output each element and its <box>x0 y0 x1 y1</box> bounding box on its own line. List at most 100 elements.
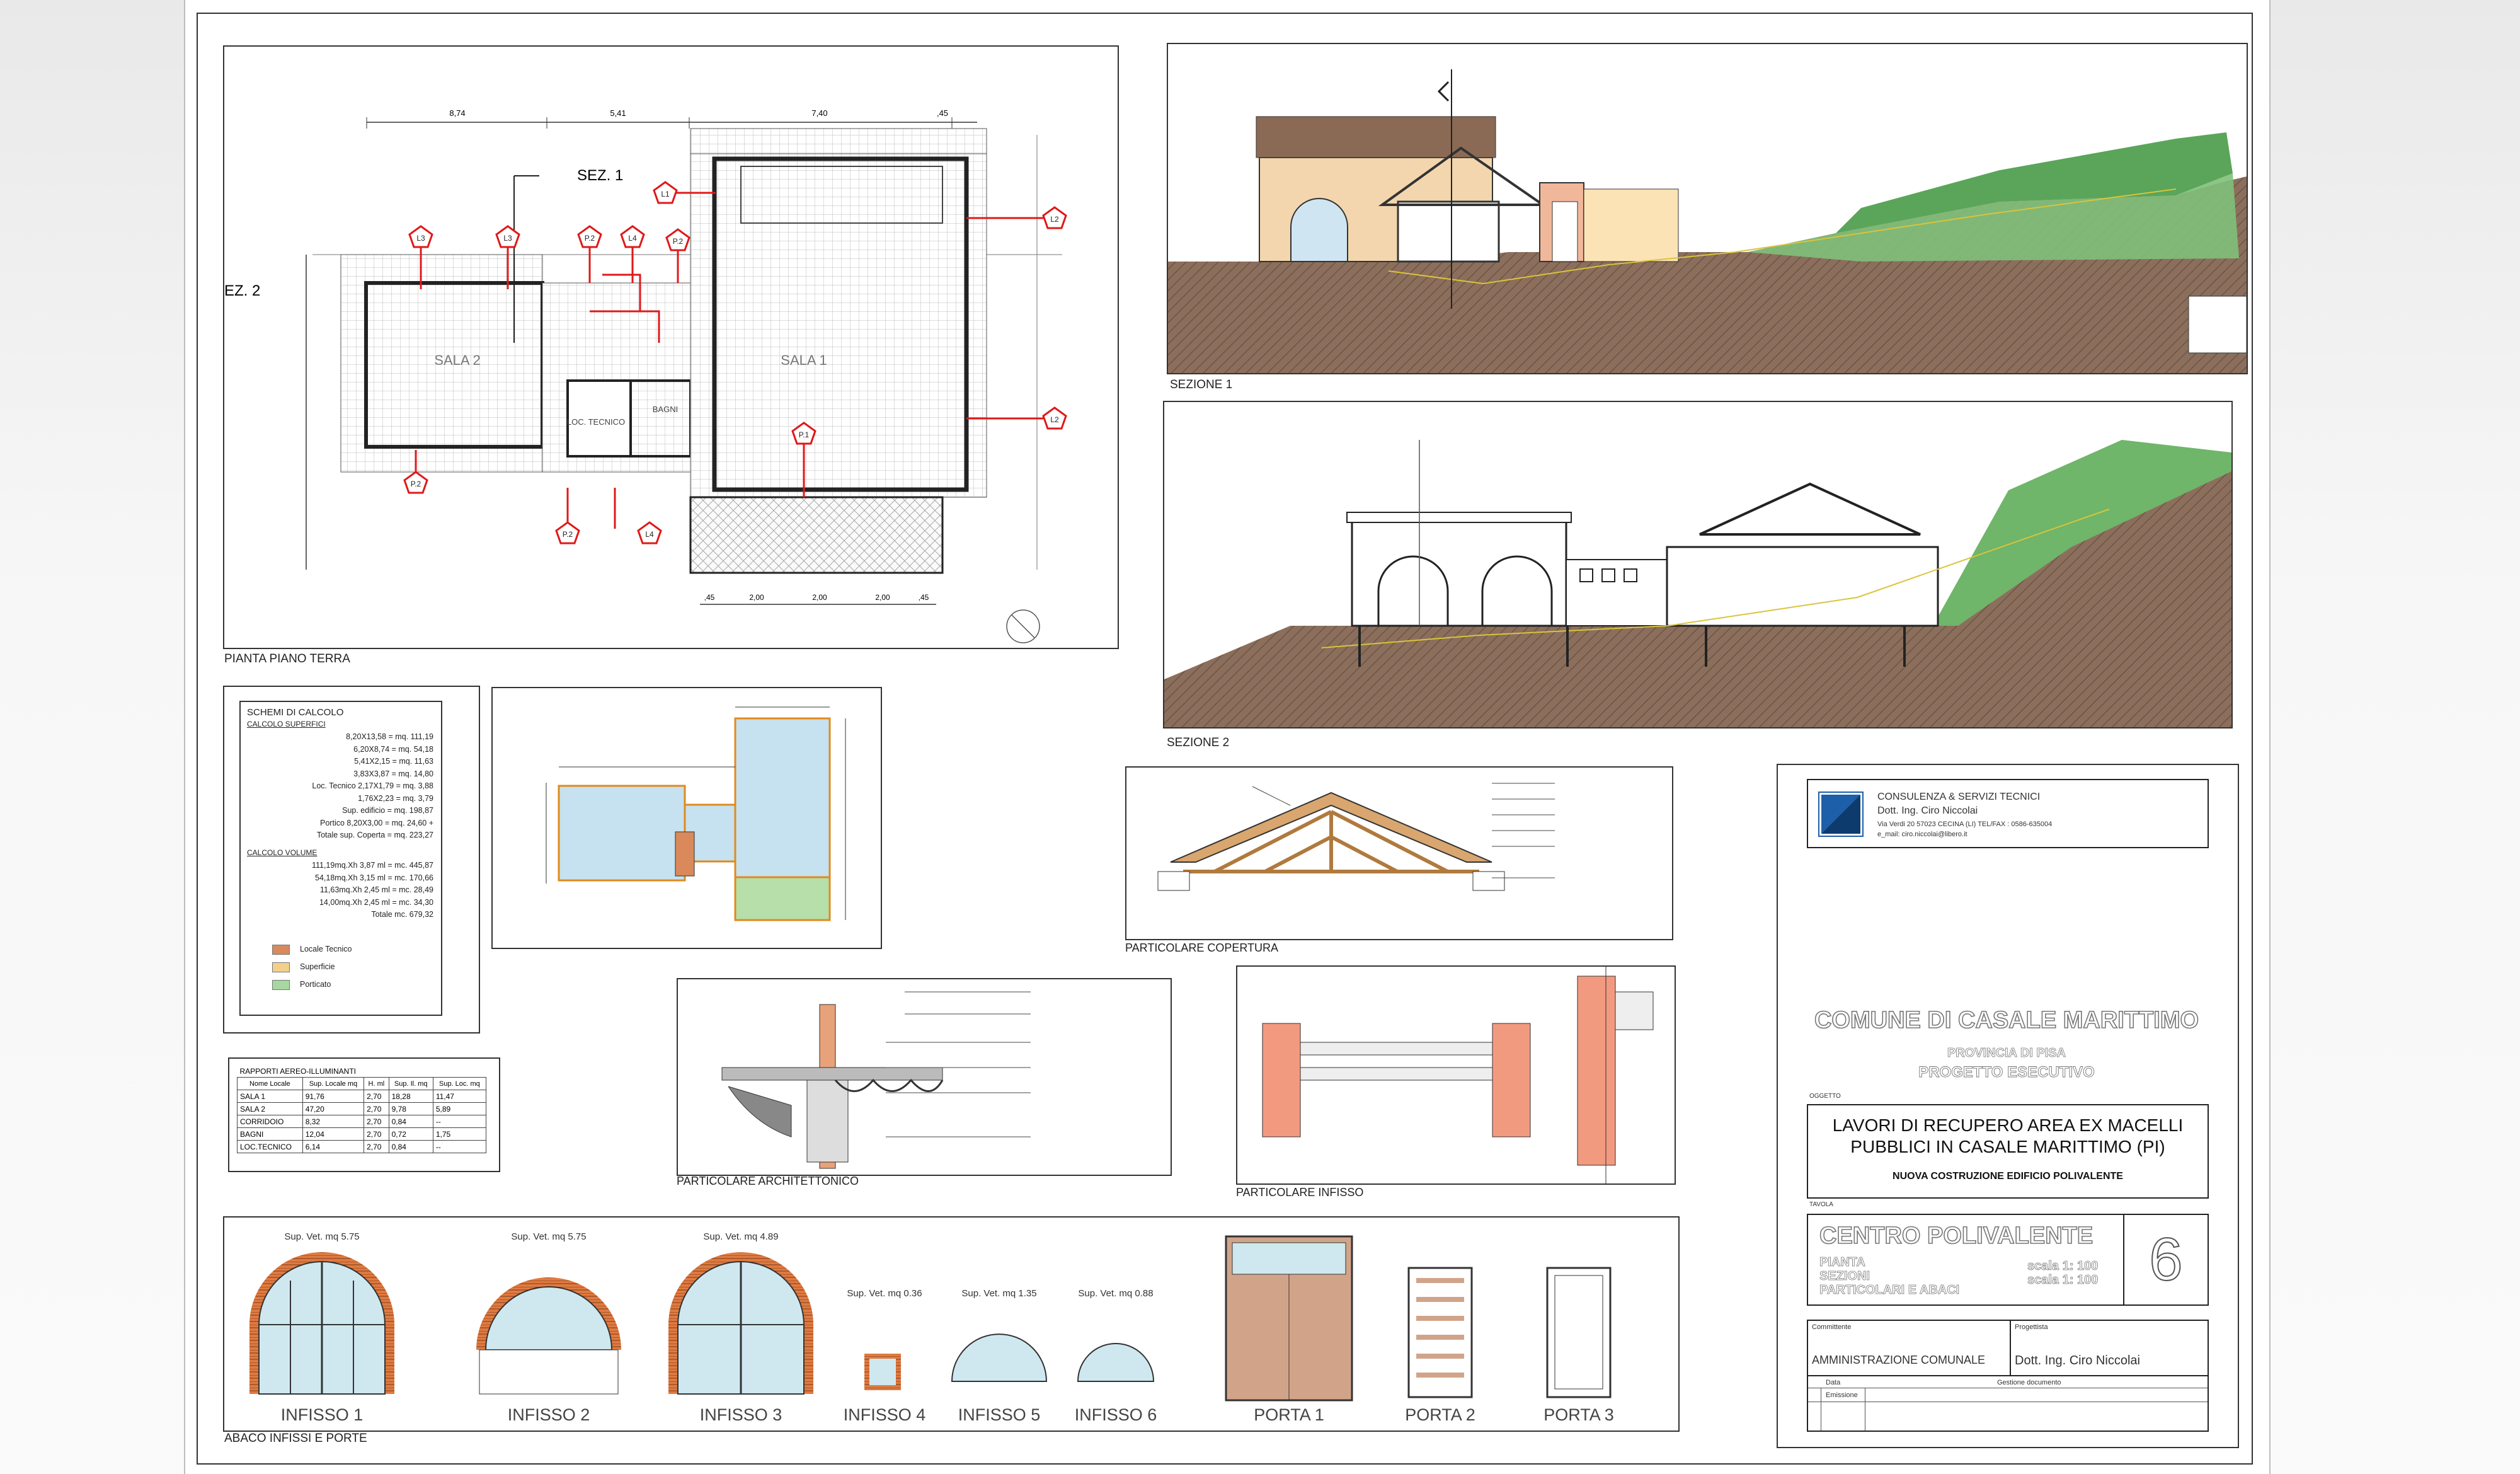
scala-2: scala 1: 100 <box>2027 1273 2099 1287</box>
ratios-cell: CORRIDOIO <box>237 1115 303 1128</box>
abaco-item-label: INFISSO 1 <box>280 1405 364 1424</box>
room-label-bagni: BAGNI <box>653 405 678 414</box>
tag-p2-a: P.2 <box>585 234 595 243</box>
detail-copertura-caption: PARTICOLARE COPERTURA <box>1125 941 1279 954</box>
progettista-value: Dott. Ing. Ciro Niccolai <box>2015 1354 2140 1367</box>
data-label: Data <box>1826 1379 1841 1386</box>
abaco-item-label: PORTA 1 <box>1254 1405 1324 1424</box>
firm-name: CONSULENZA & SERVIZI TECNICI <box>1877 792 2041 802</box>
scala-1: scala 1: 100 <box>2027 1259 2099 1274</box>
tag-p2-b: P.2 <box>673 237 684 246</box>
calc-lines-superfici: 8,20X13,58 = mq. 111,19 6,20X8,74 = mq. 5… <box>247 731 433 842</box>
ratios-cell: SALA 1 <box>237 1090 303 1103</box>
legend-label: Porticato <box>300 980 331 989</box>
ratios-cell: -- <box>432 1140 487 1153</box>
ratios-cell: 47,20 <box>302 1102 365 1115</box>
ratios-cell: SALA 2 <box>237 1102 303 1115</box>
detail-architettonico-caption: PARTICOLARE ARCHITETTONICO <box>677 1175 859 1187</box>
ratios-cell: 0,84 <box>388 1115 433 1128</box>
tag-l3-a: L3 <box>416 234 425 243</box>
calc-line-superfici-7: Portico 8,20X3,00 = mq. 24,60 + <box>320 818 433 827</box>
committente-value: AMMINISTRAZIONE COMUNALE <box>1812 1354 1986 1366</box>
tag-l2-b: L2 <box>1050 415 1059 424</box>
committente-label: Committente <box>1812 1323 1852 1331</box>
ratios-cell: -- <box>432 1115 487 1128</box>
progettista-label: Progettista <box>2015 1323 2048 1331</box>
abaco-item-label: PORTA 3 <box>1544 1405 1614 1424</box>
progetto-label: PROGETTO ESECUTIVO <box>1918 1064 2095 1081</box>
detail-copertura-panel <box>1125 766 1673 940</box>
floor-plan-drawing: 8,74 5,41 7,40 ,45 SALA 2 SALA 1 LOC. TE… <box>224 108 1067 643</box>
calc-line-superfici-4: Loc. Tecnico 2,17X1,79 = mq. 3,88 <box>312 781 433 790</box>
ratios-cell: 1,75 <box>432 1127 487 1141</box>
emissione-label: Emissione <box>1826 1391 1858 1399</box>
ratios-row: CORRIDOIO 8,32 2,70 0,84 -- <box>237 1115 487 1128</box>
abaco-sup-label: Sup. Vet. mq 1.35 <box>961 1288 1037 1299</box>
room-label-sala-2: SALA 2 <box>434 352 480 368</box>
ratios-cell: 2,70 <box>364 1140 389 1153</box>
abaco-sup-label: Sup. Vet. mq 0.88 <box>1078 1288 1154 1299</box>
calc-line-superfici-5: 1,76X2,23 = mq. 3,79 <box>358 793 433 803</box>
oggetto-label: OGGETTO <box>1809 1093 1841 1100</box>
section-marker-1: SEZ. 1 <box>577 167 623 184</box>
window-detail-drawing <box>1262 967 1654 1183</box>
tavola-number: 6 <box>2148 1225 2183 1294</box>
section-2-caption: SEZIONE 2 <box>1167 736 1230 749</box>
ratios-cell: 8,32 <box>302 1115 365 1128</box>
oggetto-box: LAVORI DI RECUPERO AREA EX MACELLI PUBBL… <box>1807 1104 2209 1199</box>
plan-dim-top-2: 5,41 <box>610 108 626 118</box>
tag-p2-d: P.2 <box>563 530 573 539</box>
floor-plan-panel: 8,74 5,41 7,40 ,45 SALA 2 SALA 1 LOC. TE… <box>223 45 1119 649</box>
firm-address: Via Verdi 20 57023 CECINA (LI) TEL/FAX :… <box>1877 820 2053 828</box>
firm-engineer: Dott. Ing. Ciro Niccolai <box>1877 805 1978 816</box>
abaco-sup-label: Sup. Vet. mq 5.75 <box>511 1231 587 1242</box>
firm-email: e_mail: ciro.niccolai@libero.it <box>1877 831 1967 838</box>
calc-sub-superfici: CALCOLO SUPERFICI <box>247 720 326 728</box>
plan-dim-bottom-2: 2,00 <box>749 593 764 602</box>
calc-lines-volume: 111,19mq.Xh 3,87 ml = mc. 445,87 54,18mq.… <box>247 860 433 921</box>
ratios-row: SALA 1 91,76 2,70 18,28 11,47 <box>237 1090 487 1103</box>
plan-caption: PIANTA PIANO TERRA <box>224 652 350 665</box>
ratios-cell: 11,47 <box>432 1090 487 1103</box>
plan-dim-bottom-1: ,45 <box>704 593 715 602</box>
calc-line-superfici-2: 5,41X2,15 = mq. 11,63 <box>354 757 433 766</box>
ratios-cell: 0,72 <box>388 1127 433 1141</box>
calc-line-superfici-0: 8,20X13,58 = mq. 111,19 <box>346 732 433 741</box>
detail-infisso-panel <box>1236 965 1676 1185</box>
section-1-drawing <box>1168 69 2247 373</box>
abaco-panel: Sup. Vet. mq 5.75 Sup. Vet. mq 5.75 Sup. V… <box>223 1216 1680 1432</box>
calc-line-superfici-6: Sup. edificio = mq. 198,87 <box>342 806 433 815</box>
foundation-drawing <box>546 706 846 921</box>
room-label-sala-1: SALA 1 <box>781 352 827 368</box>
firm-logo-icon <box>1818 792 1864 837</box>
plan-dim-bottom-4: 2,00 <box>875 593 890 602</box>
plan-dim-bottom-5: ,45 <box>919 593 929 602</box>
ratios-cell: 9,78 <box>388 1102 433 1115</box>
ratios-cell: 12,04 <box>302 1127 365 1141</box>
ratios-cell: 6,14 <box>302 1140 365 1153</box>
ratios-cell: 0,84 <box>388 1140 433 1153</box>
tag-l2-a: L2 <box>1050 215 1059 224</box>
ratios-cell: 18,28 <box>388 1090 433 1103</box>
ratios-cell: 2,70 <box>364 1115 389 1128</box>
plan-dim-top-3: 7,40 <box>811 108 827 118</box>
ratios-cell: 2,70 <box>364 1090 389 1103</box>
ratios-cell: 2,70 <box>364 1127 389 1141</box>
gestione-label: Gestione documento <box>1997 1379 2061 1386</box>
tavola-item-pianta: PIANTA <box>1819 1255 1866 1270</box>
plan-dim-top-1: 8,74 <box>449 108 465 118</box>
section-marker-2: EZ. 2 <box>224 282 260 299</box>
ratios-header-cell: Sup. Il. mq <box>388 1077 433 1090</box>
ratios-cell: 91,76 <box>302 1090 365 1103</box>
plan-dim-top-4: ,45 <box>937 108 948 118</box>
calc-line-superfici-3: 3,83X3,87 = mq. 14,80 <box>353 769 433 778</box>
calc-line-volume-1: 54,18mq.Xh 3,15 ml = mc. 170,66 <box>315 873 433 882</box>
ratios-title: RAPPORTI AEREO-ILLUMINANTI <box>239 1066 356 1076</box>
ratios-table: RAPPORTI AEREO-ILLUMINANTI Nome Locale Su… <box>237 1065 487 1153</box>
calc-title: SCHEMI DI CALCOLO <box>247 707 344 718</box>
tag-l3-b: L3 <box>503 234 512 243</box>
ratios-cell: 5,89 <box>432 1102 487 1115</box>
legend-label: Superficie <box>300 962 335 971</box>
section-1-caption: SEZIONE 1 <box>1170 378 1233 391</box>
firm-box: CONSULENZA & SERVIZI TECNICI Dott. Ing. … <box>1807 779 2209 848</box>
